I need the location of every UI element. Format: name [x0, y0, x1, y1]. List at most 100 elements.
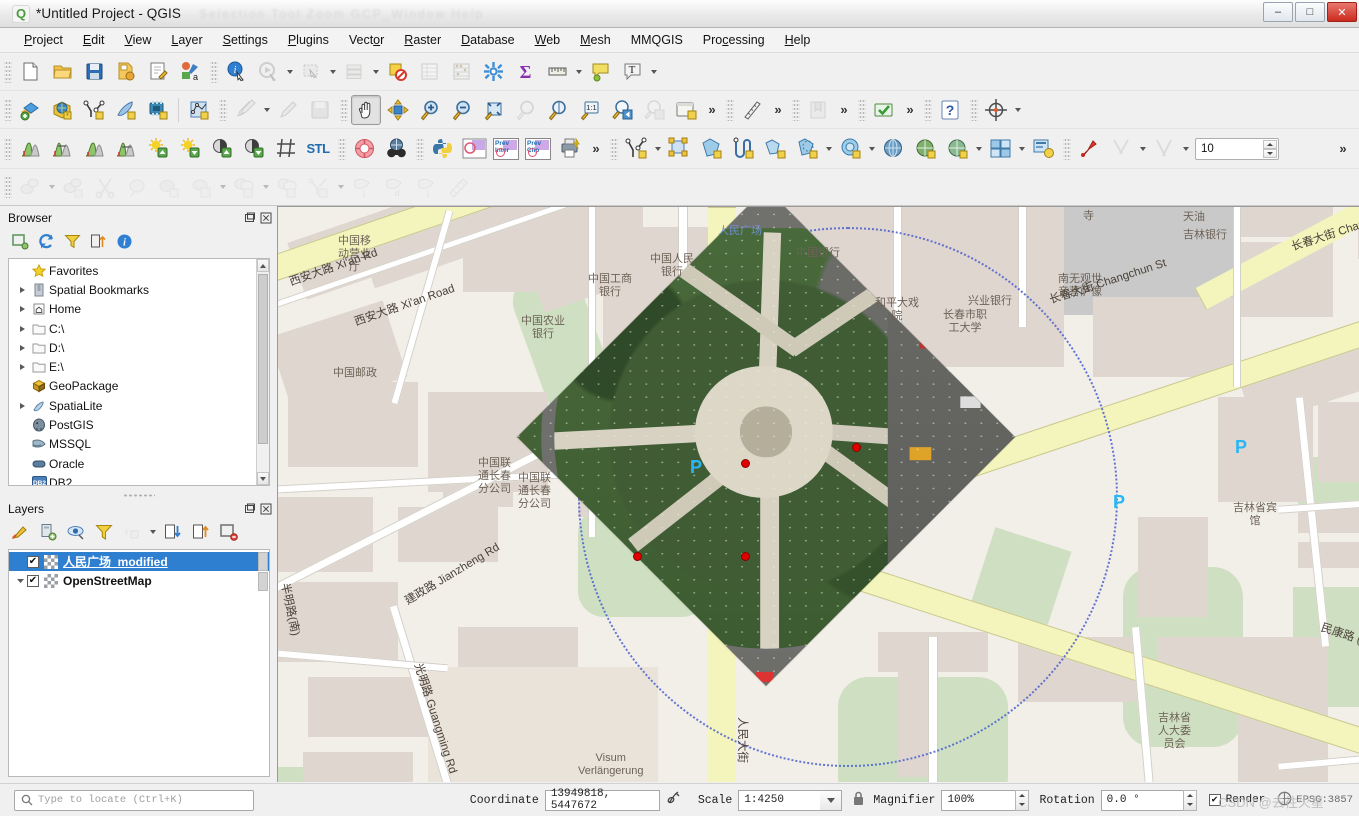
collapse-all-icon[interactable]	[189, 521, 213, 543]
toolbar-grip[interactable]	[1063, 137, 1071, 160]
toolbar-grip[interactable]	[792, 98, 800, 121]
paste-feature-icon[interactable]	[122, 172, 152, 202]
pan-map-icon[interactable]	[351, 94, 381, 125]
tile-layer-icon[interactable]	[985, 134, 1015, 164]
new-shapefile-layer-icon[interactable]	[184, 95, 214, 125]
map-tips-icon[interactable]	[585, 57, 615, 87]
menu-edit[interactable]: Edit	[73, 30, 115, 50]
toolbar-grip[interactable]	[858, 98, 866, 121]
zoom-in-icon[interactable]	[415, 95, 445, 125]
chevron-down-icon[interactable]	[261, 95, 272, 125]
rotation-field[interactable]: 0.0 °	[1100, 789, 1183, 811]
grid-icon[interactable]	[271, 134, 301, 164]
toolbar-grip[interactable]	[726, 98, 734, 121]
stl-icon[interactable]: STL	[303, 134, 333, 164]
menu-database[interactable]: Database	[451, 30, 525, 50]
menu-view[interactable]: View	[114, 30, 161, 50]
new-project-icon[interactable]	[15, 57, 45, 87]
toggle-extents-icon[interactable]	[666, 790, 682, 810]
chevron-down-icon[interactable]	[866, 134, 877, 164]
qgis2web-icon[interactable]	[349, 134, 379, 164]
move-feature-icon[interactable]	[15, 172, 45, 202]
zoom-native-icon[interactable]: 1:1	[575, 95, 605, 125]
globe-binoculars-icon[interactable]	[381, 134, 411, 164]
toolbar-grip[interactable]	[338, 137, 346, 160]
save-layer-edits-icon[interactable]	[305, 95, 335, 125]
add-vector-layer-icon[interactable]	[15, 95, 45, 125]
georeferencer-icon[interactable]	[981, 95, 1011, 125]
chevron-down-icon[interactable]	[370, 57, 381, 87]
menu-help[interactable]: Help	[775, 30, 821, 50]
measure-area-icon[interactable]	[737, 95, 767, 125]
expand-arrow-icon[interactable]	[15, 345, 29, 351]
visum-icon[interactable]	[459, 134, 489, 164]
gcp-marker[interactable]	[741, 459, 750, 468]
increase-brightness-icon[interactable]	[143, 134, 173, 164]
openstreetmap-save-icon[interactable]	[942, 134, 972, 164]
expand-arrow-icon[interactable]	[15, 306, 29, 312]
manage-layer-visibility-icon[interactable]	[64, 521, 88, 543]
toolbar-grip[interactable]	[416, 137, 424, 160]
cut-feature-icon[interactable]	[90, 172, 120, 202]
offset-curve-icon[interactable]	[443, 172, 473, 202]
toolbar-grip[interactable]	[4, 60, 12, 83]
add-circle-feature-icon[interactable]	[792, 134, 822, 164]
expand-arrow-icon[interactable]	[15, 287, 29, 293]
gcp-marker[interactable]	[741, 552, 750, 561]
menu-plugins[interactable]: Plugins	[278, 30, 339, 50]
prev-inter-icon[interactable]: Prev Inter	[491, 134, 521, 164]
menu-layer[interactable]: Layer	[161, 30, 212, 50]
select-features-icon[interactable]	[296, 57, 326, 87]
chevron-down-icon[interactable]	[148, 522, 157, 542]
browser-item-mssql[interactable]: MSSQL	[9, 435, 269, 454]
toolbar-grip[interactable]	[924, 98, 932, 121]
add-group-icon[interactable]	[36, 521, 60, 543]
toolbar-grip[interactable]	[4, 137, 12, 160]
chevron-down-icon[interactable]	[327, 57, 338, 87]
split-features-icon[interactable]	[728, 134, 758, 164]
zoom-last-icon[interactable]	[607, 95, 637, 125]
menu-mesh[interactable]: Mesh	[570, 30, 621, 50]
zoom-next-icon[interactable]	[639, 95, 669, 125]
histogram-stretch-extent-icon[interactable]	[47, 134, 77, 164]
layer-row[interactable]: OpenStreetMap	[9, 571, 269, 590]
field-calculator-icon[interactable]	[446, 57, 476, 87]
browser-item-oracle[interactable]: Oracle	[9, 454, 269, 473]
pan-to-selection-icon[interactable]	[383, 95, 413, 125]
toggle-editing-icon[interactable]	[230, 95, 260, 125]
layer-expand-indicator[interactable]	[258, 552, 268, 571]
select-by-expression-icon[interactable]	[382, 57, 412, 87]
float-panel-icon[interactable]	[243, 502, 257, 516]
menu-mmqgis[interactable]: MMQGIS	[621, 30, 693, 50]
zoom-full-icon[interactable]	[479, 95, 509, 125]
decrease-contrast-icon[interactable]	[239, 134, 269, 164]
show-bookmarks-icon[interactable]	[803, 95, 833, 125]
reshape-features-icon[interactable]: j	[411, 172, 441, 202]
lock-icon[interactable]	[852, 791, 865, 810]
style-manager-icon[interactable]: a	[175, 57, 205, 87]
toolbar-overflow-chevron[interactable]: »	[1333, 134, 1353, 164]
text-annotation-icon[interactable]: T	[617, 57, 647, 87]
toolbar-grip[interactable]	[4, 98, 12, 121]
panel-splitter[interactable]	[0, 492, 277, 499]
layer-row[interactable]: 人民广场_modified	[9, 552, 269, 572]
gcp-marker[interactable]	[852, 443, 861, 452]
statistical-summary-icon[interactable]: Σ	[510, 57, 540, 87]
browser-tree[interactable]: Favorites Spatial Bookmarks Home C:\ D:\ E:\ G…	[8, 258, 270, 486]
decrease-brightness-icon[interactable]	[175, 134, 205, 164]
add-line-feature-icon[interactable]	[621, 134, 651, 164]
add-raster-layer-icon[interactable]: *	[47, 95, 77, 125]
menu-raster[interactable]: Raster	[394, 30, 451, 50]
zoom-out-icon[interactable]	[447, 95, 477, 125]
processing-toolbox-icon[interactable]	[478, 57, 508, 87]
scale-dropdown-button[interactable]	[820, 789, 843, 811]
toolbar-overflow-chevron[interactable]: »	[586, 134, 606, 164]
gcp-marker[interactable]	[633, 552, 642, 561]
expand-arrow-icon[interactable]	[15, 364, 29, 370]
refresh-icon[interactable]	[34, 230, 58, 252]
filter-browser-icon[interactable]	[60, 230, 84, 252]
red-pin-icon[interactable]	[1074, 134, 1104, 164]
cumulative-cut-stretch-icon[interactable]	[79, 134, 109, 164]
refresh-icon[interactable]	[869, 95, 899, 125]
scroll-down-arrow[interactable]	[257, 472, 269, 485]
